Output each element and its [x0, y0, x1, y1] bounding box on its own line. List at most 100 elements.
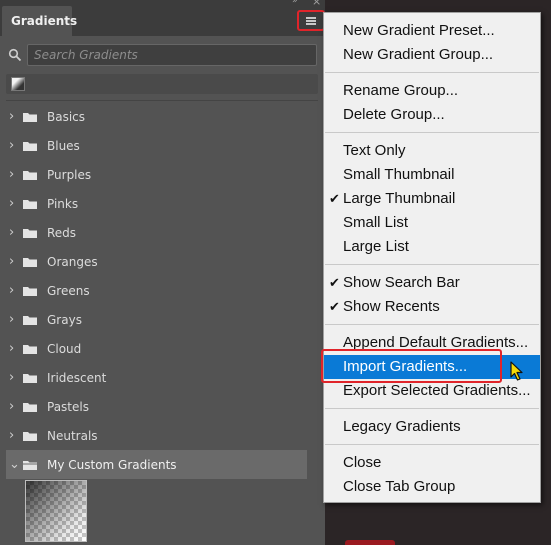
menu-item-label: Text Only [343, 142, 406, 159]
mouse-cursor-icon [510, 361, 523, 381]
chevron-right-icon[interactable]: › [9, 196, 17, 211]
group-row-blues[interactable]: › Blues [0, 131, 325, 160]
menu-separator [325, 264, 539, 265]
close-panel-icon[interactable]: × [312, 0, 321, 8]
chevron-right-icon[interactable]: › [9, 109, 17, 124]
menu-legacy-gradients[interactable]: Legacy Gradients [324, 415, 540, 439]
menu-close-tab-group[interactable]: Close Tab Group [324, 475, 540, 499]
group-label: Oranges [47, 254, 98, 269]
accent-bar [345, 540, 395, 545]
menu-item-label: Small List [343, 214, 409, 231]
group-row-grays[interactable]: › Grays [0, 305, 325, 334]
menu-small-list[interactable]: Small List [324, 211, 540, 235]
group-row-my-custom-gradients[interactable]: ⌄ My Custom Gradients [6, 450, 307, 479]
folder-icon [23, 286, 37, 296]
group-row-purples[interactable]: › Purples [0, 160, 325, 189]
menu-item-label: Close [343, 454, 382, 471]
folder-icon [23, 344, 37, 354]
folder-icon [23, 257, 37, 267]
chevron-down-icon[interactable]: ⌄ [9, 457, 20, 472]
group-label: Neutrals [47, 428, 98, 443]
custom-gradient-thumbnail[interactable] [25, 480, 87, 542]
menu-item-label: New Gradient Group... [343, 46, 494, 63]
menu-separator [325, 72, 539, 73]
panel-menu-button[interactable] [297, 10, 325, 31]
menu-separator [325, 324, 539, 325]
menu-new-gradient-preset[interactable]: New Gradient Preset... [324, 19, 540, 43]
chevron-right-icon[interactable]: › [9, 370, 17, 385]
checkmark-icon: ✔ [329, 275, 340, 290]
menu-separator [325, 132, 539, 133]
folder-open-icon [23, 460, 37, 470]
folder-icon [23, 228, 37, 238]
menu-separator [325, 444, 539, 445]
import-highlight-annotation [321, 349, 502, 383]
divider [6, 100, 318, 101]
collapse-panel-icon[interactable]: » [292, 0, 299, 6]
chevron-right-icon[interactable]: › [9, 283, 17, 298]
menu-item-label: Rename Group... [343, 82, 459, 99]
search-icon [8, 48, 22, 62]
menu-close[interactable]: Close [324, 451, 540, 475]
checkmark-icon: ✔ [329, 191, 340, 206]
group-row-iridescent[interactable]: › Iridescent [0, 363, 325, 392]
group-label: Greens [47, 283, 90, 298]
group-row-reds[interactable]: › Reds [0, 218, 325, 247]
recent-gradient-swatch[interactable] [11, 77, 25, 91]
menu-show-recents[interactable]: ✔ Show Recents [324, 295, 540, 319]
gradients-panel: Gradients » × › Basics › Blues › Purples [0, 0, 325, 545]
panel-flyout-menu: New Gradient Preset... New Gradient Grou… [323, 12, 541, 503]
chevron-right-icon[interactable]: › [9, 167, 17, 182]
folder-icon [23, 315, 37, 325]
chevron-right-icon[interactable]: › [9, 312, 17, 327]
search-input[interactable] [27, 44, 317, 66]
chevron-right-icon[interactable]: › [9, 399, 17, 414]
recent-gradients-row [6, 74, 318, 94]
group-label: Iridescent [47, 370, 107, 385]
menu-item-label: Close Tab Group [343, 478, 456, 495]
tab-gradients[interactable]: Gradients [2, 6, 77, 36]
menu-item-label: Show Recents [343, 298, 440, 315]
chevron-right-icon[interactable]: › [9, 254, 17, 269]
chevron-right-icon[interactable]: › [9, 341, 17, 356]
chevron-right-icon[interactable]: › [9, 225, 17, 240]
group-row-neutrals[interactable]: › Neutrals [0, 421, 325, 450]
group-row-cloud[interactable]: › Cloud [0, 334, 325, 363]
menu-item-label: Legacy Gradients [343, 418, 461, 435]
group-label: Pinks [47, 196, 79, 211]
folder-icon [23, 112, 37, 122]
menu-large-thumbnail[interactable]: ✔ Large Thumbnail [324, 187, 540, 211]
folder-icon [23, 170, 37, 180]
group-row-pastels[interactable]: › Pastels [0, 392, 325, 421]
folder-icon [23, 402, 37, 412]
menu-large-list[interactable]: Large List [324, 235, 540, 259]
search-bar [6, 44, 318, 66]
menu-rename-group[interactable]: Rename Group... [324, 79, 540, 103]
menu-text-only[interactable]: Text Only [324, 139, 540, 163]
hamburger-menu-icon [306, 16, 316, 25]
group-label: Pastels [47, 399, 89, 414]
group-label: Cloud [47, 341, 82, 356]
menu-delete-group[interactable]: Delete Group... [324, 103, 540, 127]
menu-show-search-bar[interactable]: ✔ Show Search Bar [324, 271, 540, 295]
folder-icon [23, 431, 37, 441]
group-label: Blues [47, 138, 80, 153]
menu-small-thumbnail[interactable]: Small Thumbnail [324, 163, 540, 187]
group-label: Reds [47, 225, 77, 240]
menu-separator [325, 408, 539, 409]
menu-new-gradient-group[interactable]: New Gradient Group... [324, 43, 540, 67]
folder-icon [23, 373, 37, 383]
menu-item-label: Large List [343, 238, 409, 255]
menu-item-label: Delete Group... [343, 106, 445, 123]
group-row-pinks[interactable]: › Pinks [0, 189, 325, 218]
group-row-basics[interactable]: › Basics [0, 102, 325, 131]
menu-item-label: Large Thumbnail [343, 190, 456, 207]
group-row-greens[interactable]: › Greens [0, 276, 325, 305]
group-label: Purples [47, 167, 92, 182]
group-row-oranges[interactable]: › Oranges [0, 247, 325, 276]
menu-item-label: New Gradient Preset... [343, 22, 495, 39]
menu-item-label: Small Thumbnail [343, 166, 455, 183]
chevron-right-icon[interactable]: › [9, 138, 17, 153]
folder-icon [23, 141, 37, 151]
chevron-right-icon[interactable]: › [9, 428, 17, 443]
